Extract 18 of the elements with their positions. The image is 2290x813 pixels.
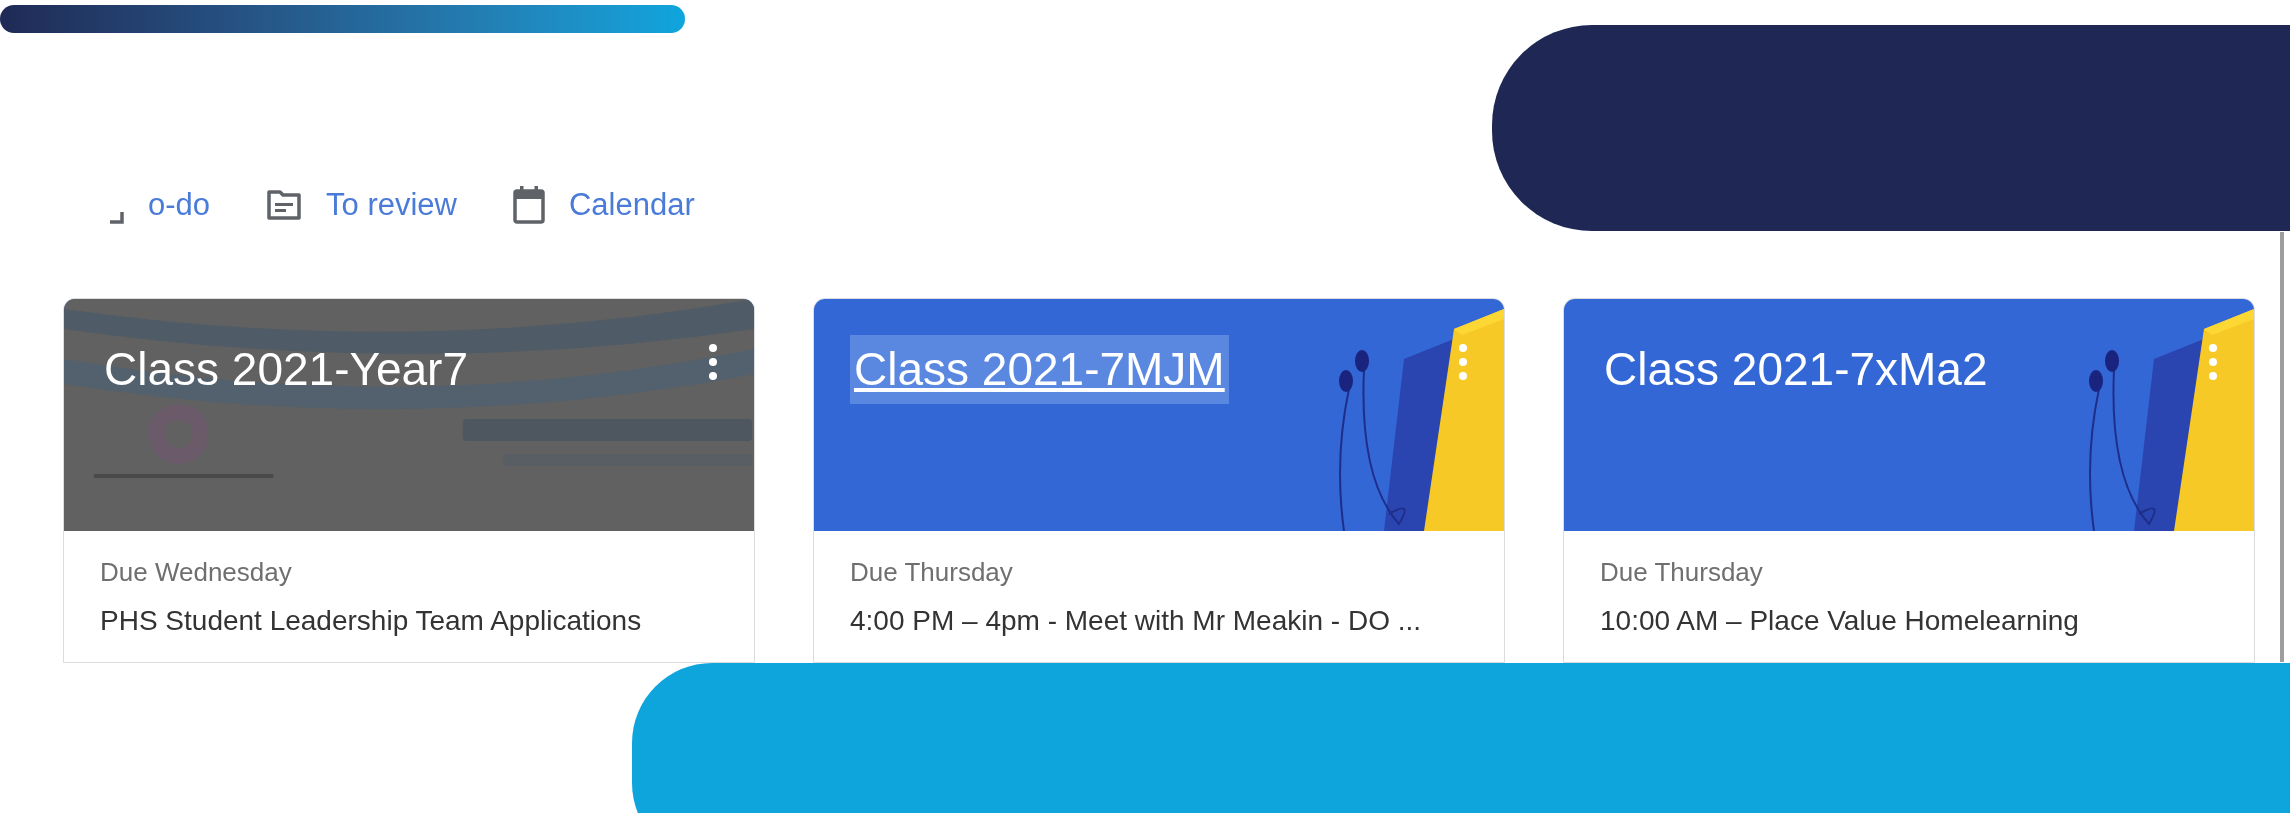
scrollbar[interactable] bbox=[2280, 232, 2284, 662]
assignment-title[interactable]: 10:00 AM – Place Value Homelearning bbox=[1600, 600, 2218, 642]
assignment-title[interactable]: 4:00 PM – 4pm - Meet with Mr Meakin - DO ... bbox=[850, 600, 1468, 642]
due-date: Due Thursday bbox=[850, 556, 1014, 589]
class-card[interactable]: Class 2021-7xMa2 Due Thursday 10:00 AM – Place Value Homelearning bbox=[1563, 298, 2255, 663]
due-date: Due Thursday bbox=[1600, 556, 1764, 589]
nav-link[interactable]: o-do bbox=[148, 181, 211, 229]
class-title[interactable]: Class 2021-Year7 bbox=[100, 335, 472, 404]
class-title[interactable]: Class 2021-7xMa2 bbox=[1600, 335, 1992, 404]
calendar-icon bbox=[513, 186, 545, 224]
nav-link[interactable]: Calendar bbox=[569, 181, 695, 229]
folder-icon bbox=[266, 189, 303, 221]
nav-link[interactable]: To review bbox=[326, 181, 457, 229]
assignment-title[interactable]: PHS Student Leadership Team Applications bbox=[100, 600, 718, 642]
more-options-icon[interactable] bbox=[708, 343, 718, 381]
class-card[interactable]: Class 2021-Year7 Due Wednesday PHS Student Leadership Team Applications bbox=[63, 298, 755, 663]
class-card[interactable]: Class 2021-7MJM Due Thursday 4:00 PM – 4pm - Meet with Mr Meakin - DO ... bbox=[813, 298, 1505, 663]
due-date: Due Wednesday bbox=[100, 556, 293, 589]
